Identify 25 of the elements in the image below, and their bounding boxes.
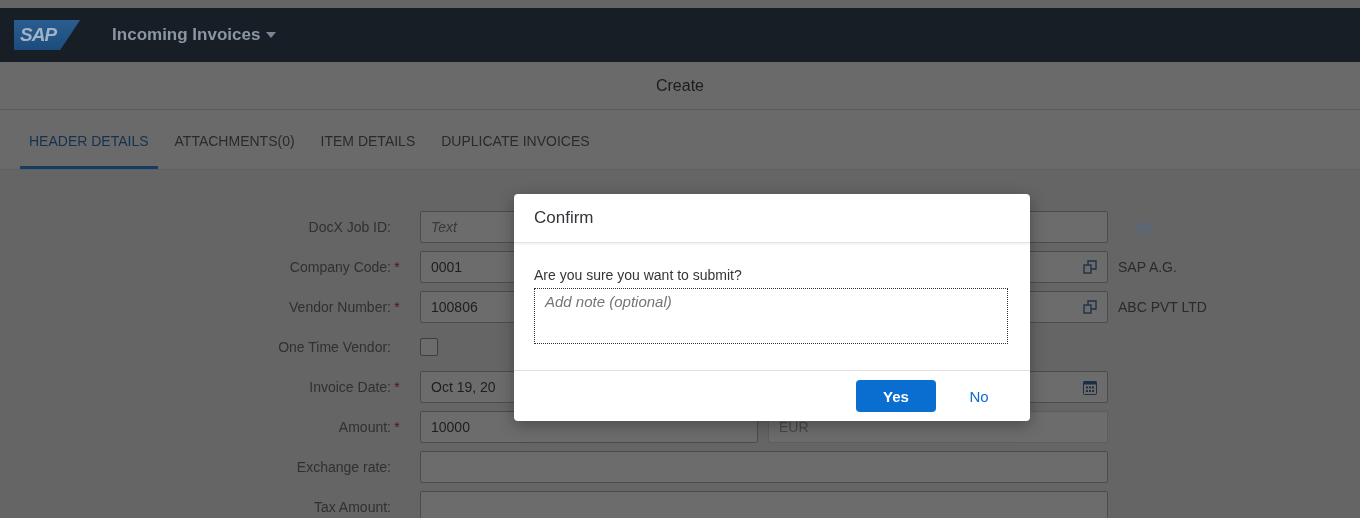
confirm-button[interactable]: Yes: [856, 380, 936, 412]
page-title: Create: [656, 76, 704, 95]
tab[interactable]: HEADER DETAILS: [20, 110, 158, 169]
input-field[interactable]: [420, 491, 1108, 518]
field-description: SAP A.G.: [1118, 259, 1177, 275]
logo: SAP: [14, 20, 81, 50]
cancel-button[interactable]: No: [954, 380, 1004, 412]
field-description: ABC PVT LTD: [1118, 299, 1207, 315]
required-mark: *: [393, 259, 401, 275]
dialog-message: Are you sure you want to submit?: [534, 267, 743, 283]
tab[interactable]: ATTACHMENTS(0): [165, 110, 304, 169]
caret-icon: [266, 32, 277, 38]
note-field[interactable]: Add note (optional): [534, 288, 1008, 344]
required-mark: *: [393, 419, 401, 435]
app-title-menu[interactable]: Incoming Invoices: [112, 25, 277, 45]
required-mark: *: [393, 299, 401, 315]
required-mark: *: [393, 379, 401, 395]
value-help-icon[interactable]: [1083, 260, 1097, 274]
tab[interactable]: DUPLICATE INVOICES: [432, 110, 599, 169]
value-help-icon[interactable]: [1083, 300, 1097, 314]
dialog-title: Confirm: [534, 208, 594, 228]
input-field[interactable]: [420, 451, 1108, 483]
checkbox[interactable]: [420, 338, 438, 356]
calendar-icon[interactable]: [1083, 379, 1097, 395]
tab[interactable]: ITEM DETAILS: [311, 110, 425, 169]
